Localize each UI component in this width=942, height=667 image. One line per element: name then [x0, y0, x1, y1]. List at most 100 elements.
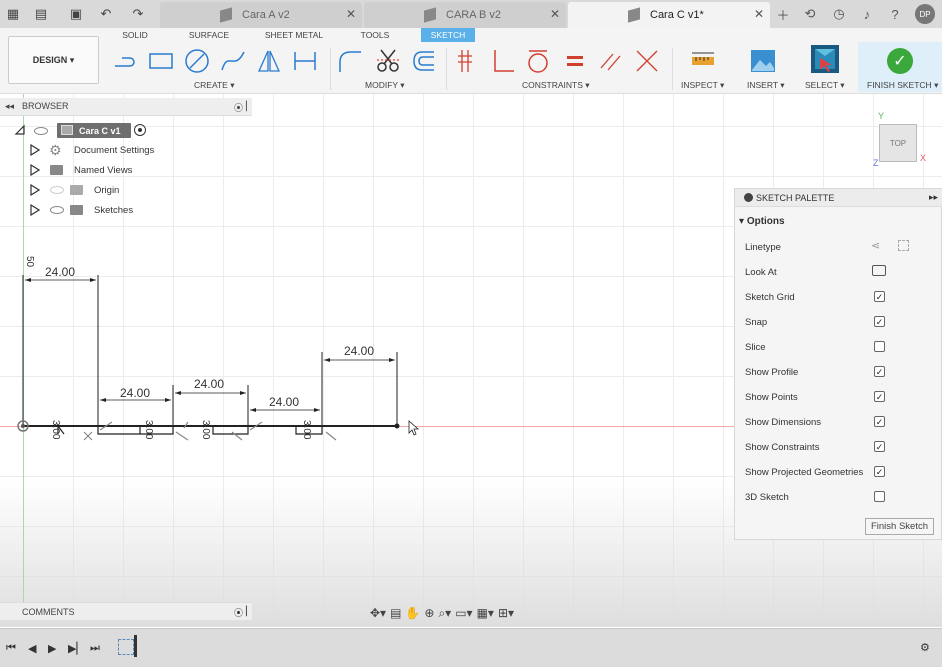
rectangle-icon[interactable]: [148, 48, 174, 74]
workspace-switcher[interactable]: DESIGN ▾: [8, 36, 99, 84]
orbit-icon[interactable]: ✥▾: [370, 606, 386, 620]
show-projected-geometries-checkbox[interactable]: ✓: [874, 466, 885, 477]
show-points-checkbox[interactable]: ✓: [874, 391, 885, 402]
collapse-panel-icon[interactable]: ◂◂: [5, 101, 14, 112]
finish-sketch-button[interactable]: Finish Sketch: [865, 518, 934, 535]
tab-cara-a[interactable]: Cara A v2 ✕: [160, 2, 362, 28]
show-dimensions-checkbox[interactable]: ✓: [874, 416, 885, 427]
redo-icon[interactable]: ↷: [127, 3, 149, 25]
viewcube[interactable]: TOP: [879, 124, 917, 162]
measure-icon[interactable]: [690, 48, 716, 74]
finish-sketch-icon[interactable]: ✓: [887, 48, 913, 74]
close-icon[interactable]: ✕: [754, 7, 764, 21]
trim-icon[interactable]: [375, 48, 401, 74]
show-profile-checkbox[interactable]: ✓: [874, 366, 885, 377]
timeline-settings-gear-icon[interactable]: ⚙: [920, 641, 930, 654]
snap-checkbox[interactable]: ✓: [874, 316, 885, 327]
grid-settings-icon[interactable]: ▦▾: [477, 606, 494, 620]
3d-sketch-checkbox[interactable]: [874, 491, 885, 502]
sketch-grid-checkbox[interactable]: ✓: [874, 291, 885, 302]
look-at-icon[interactable]: [872, 265, 886, 276]
expand-arrow-icon[interactable]: [30, 204, 40, 216]
expand-arrow-icon[interactable]: [30, 184, 40, 196]
circle-icon[interactable]: [184, 48, 210, 74]
show-constraints-checkbox[interactable]: ✓: [874, 441, 885, 452]
go-to-end-icon[interactable]: ⏭: [90, 642, 100, 655]
tab-solid[interactable]: SOLID: [112, 28, 158, 42]
group-insert[interactable]: INSERT ▾: [747, 80, 785, 91]
help-icon[interactable]: ?: [885, 4, 905, 24]
sketch-timeline-icon[interactable]: [118, 639, 134, 655]
step-forward-icon[interactable]: ▶▏: [68, 642, 85, 655]
group-select[interactable]: SELECT ▾: [805, 80, 845, 91]
browser-item-origin[interactable]: Origin: [30, 181, 230, 199]
activate-radio-icon[interactable]: [134, 124, 146, 136]
tab-cara-b[interactable]: CARA B v2 ✕: [364, 2, 566, 28]
browser-root-item[interactable]: Cara C v1: [57, 123, 131, 138]
construction-linetype-icon[interactable]: ⋖: [871, 239, 880, 252]
panel-options-icon[interactable]: ⦿: [234, 101, 243, 114]
extensions-icon[interactable]: ⟲: [800, 4, 820, 24]
visibility-eye-icon[interactable]: [50, 186, 64, 194]
group-finish-sketch[interactable]: FINISH SKETCH ▾: [867, 80, 938, 91]
expand-arrow-icon[interactable]: [30, 144, 40, 156]
tab-cara-c[interactable]: Cara C v1* ✕: [568, 2, 770, 28]
tab-sketch[interactable]: SKETCH: [421, 28, 475, 42]
tab-tools[interactable]: TOOLS: [354, 28, 396, 42]
tab-surface[interactable]: SURFACE: [182, 28, 236, 42]
play-icon[interactable]: ▶: [48, 642, 56, 655]
avatar[interactable]: DP: [915, 4, 935, 24]
undo-icon[interactable]: ↶: [95, 3, 117, 25]
line-icon[interactable]: [112, 48, 138, 74]
step-back-icon[interactable]: ◀: [28, 642, 36, 655]
go-to-start-icon[interactable]: ⏮: [6, 642, 16, 655]
offset-icon[interactable]: [410, 48, 436, 74]
equal-icon[interactable]: [562, 48, 588, 74]
options-section[interactable]: ▾ Options: [739, 216, 785, 227]
group-inspect[interactable]: INSPECT ▾: [681, 80, 724, 91]
app-menu-icon[interactable]: ▦: [2, 3, 24, 25]
save-icon[interactable]: ▣: [65, 3, 87, 25]
file-icon[interactable]: ▤: [30, 3, 52, 25]
zoom-icon[interactable]: ⊕: [424, 606, 434, 620]
pan-icon[interactable]: ✋: [405, 606, 420, 620]
parallel-icon[interactable]: [598, 48, 624, 74]
new-tab-icon[interactable]: ＋: [773, 4, 793, 24]
timeline-marker[interactable]: [134, 635, 137, 657]
coincident-icon[interactable]: [454, 48, 480, 74]
slice-checkbox[interactable]: [874, 341, 885, 352]
visibility-eye-icon[interactable]: [34, 127, 48, 135]
palette-close-icon[interactable]: [744, 193, 753, 202]
visibility-eye-icon[interactable]: [50, 206, 64, 214]
sketch-dimension-icon[interactable]: [292, 48, 318, 74]
close-icon[interactable]: ✕: [550, 7, 560, 21]
insert-image-icon[interactable]: [750, 48, 776, 74]
expand-root-icon[interactable]: [14, 124, 26, 136]
mirror-icon[interactable]: [256, 48, 282, 74]
group-constraints[interactable]: CONSTRAINTS ▾: [522, 80, 590, 91]
notifications-icon[interactable]: ♪: [857, 4, 877, 24]
palette-expand-icon[interactable]: ▸▸: [929, 192, 938, 203]
viewports-icon[interactable]: ⊞▾: [498, 606, 514, 620]
expand-arrow-icon[interactable]: [30, 164, 40, 176]
job-status-icon[interactable]: ◷: [829, 4, 849, 24]
display-settings-icon[interactable]: ▭▾: [455, 606, 472, 620]
perpendicular-cross-icon[interactable]: [634, 48, 660, 74]
browser-item-document-settings[interactable]: ⚙ Document Settings: [30, 141, 230, 159]
look-at-nav-icon[interactable]: ▤: [390, 606, 401, 620]
perpendicular-icon[interactable]: [490, 48, 516, 74]
select-icon[interactable]: [810, 44, 840, 74]
browser-item-named-views[interactable]: Named Views: [30, 161, 230, 179]
tangent-icon[interactable]: [525, 48, 551, 74]
browser-item-sketches[interactable]: Sketches: [30, 201, 230, 219]
group-create[interactable]: CREATE ▾: [194, 80, 235, 91]
panel-pin-icon[interactable]: ▏: [246, 101, 253, 112]
panel-pin-icon[interactable]: ▏: [246, 606, 253, 617]
group-modify[interactable]: MODIFY ▾: [365, 80, 405, 91]
zoom-window-icon[interactable]: ⌕▾: [438, 606, 451, 621]
tab-sheet-metal[interactable]: SHEET METAL: [260, 28, 328, 42]
centerline-linetype-icon[interactable]: [898, 240, 909, 251]
fillet-icon[interactable]: [337, 48, 363, 74]
add-comment-icon[interactable]: ⦿: [234, 606, 243, 619]
spline-icon[interactable]: [220, 48, 246, 74]
